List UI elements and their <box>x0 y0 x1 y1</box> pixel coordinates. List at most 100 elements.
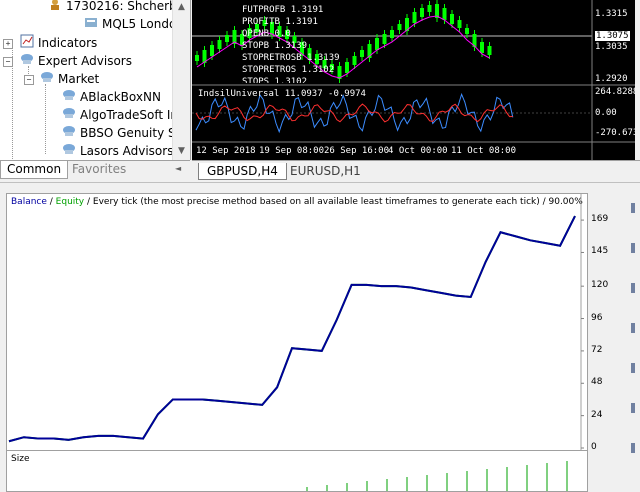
candle-body <box>427 5 432 12</box>
moving-average-line <box>196 15 490 79</box>
candle-body <box>345 62 349 73</box>
candle-body <box>195 55 199 61</box>
market-folder-icon <box>40 70 54 89</box>
candle-body <box>457 20 462 28</box>
overlay-label: PROFITB 1.3191 <box>242 17 318 27</box>
candle-body <box>397 24 402 30</box>
overlay-label: STOPRETROS 1.3102 <box>242 65 335 75</box>
overlay-label: STOPB 1.3139 <box>242 41 308 51</box>
overlay-label: STOPRETROSB 1.3139 <box>242 53 340 63</box>
candle-body <box>480 42 484 53</box>
overlay-label: OPENB 0.0 <box>242 29 291 39</box>
collapse-experts-toggle[interactable]: − <box>3 57 13 67</box>
price-axis-label: 1.3315 <box>595 9 628 19</box>
tester-report: Balance / Equity / Every tick (the most … <box>0 182 640 492</box>
price-axis-label: 1.2920 <box>595 74 628 84</box>
tab-gbpusd-h4[interactable]: GBPUSD,H4 <box>198 163 287 180</box>
y-tick-label: 120 <box>591 280 609 291</box>
expert-icon <box>62 88 76 107</box>
time-axis-label: 26 Sep 16:00 <box>324 146 390 156</box>
expand-indicators-toggle[interactable]: + <box>3 39 13 49</box>
price-chart[interactable]: FUTPROFB 1.3191 PROFITB 1.3191 OPENB 0.0… <box>192 0 635 160</box>
candle-body <box>217 40 222 49</box>
server-icon <box>84 15 98 34</box>
expert-icon <box>62 124 76 143</box>
y-tick-label: 0 <box>591 442 597 452</box>
account-icon <box>48 0 62 16</box>
nav-account-item[interactable]: 1730216: Shcherb <box>48 0 177 15</box>
chart-tabs: GBPUSD,H4 EURUSD,H1 <box>192 160 640 181</box>
balance-plot <box>8 194 584 450</box>
candle-body <box>465 28 469 34</box>
equity-line <box>8 215 576 443</box>
overlay-label: FUTPROFB 1.3191 <box>242 5 324 15</box>
nav-account-label: 1730216: Shcherb <box>66 0 177 13</box>
indicators-icon <box>20 34 34 53</box>
navigator-tabs: Common Favorites ◄ <box>0 160 190 179</box>
y-tick-label: 169 <box>591 214 609 225</box>
nav-indicators-label: Indicators <box>38 36 98 50</box>
nav-server-label: MQL5 Londo <box>102 17 177 31</box>
nav-expert-item[interactable]: Lasors Advisors <box>62 142 173 160</box>
y-tick-label: 96 <box>591 312 603 323</box>
right-toolbar-strip <box>631 203 635 453</box>
toolbar-icon <box>631 443 635 453</box>
candle-body <box>390 30 394 38</box>
scroll-up-icon[interactable]: ▲ <box>175 2 188 13</box>
nav-expert-item[interactable]: AlgoTradeSoft In <box>62 106 178 124</box>
size-panel: Size <box>6 450 588 492</box>
candle-body <box>382 34 387 44</box>
nav-expert-label: AlgoTradeSoft In <box>80 108 178 122</box>
expert-advisors-icon <box>20 52 34 71</box>
navigator-panel: 1730216: Shcherb MQL5 Londo + Indicators… <box>0 0 191 160</box>
tab-common[interactable]: Common <box>0 161 69 179</box>
y-tick-label: 72 <box>591 344 603 355</box>
time-axis-label: 4 Oct 00:00 <box>388 146 448 156</box>
navigator-scrollbar[interactable]: ▲ ▼ <box>172 0 190 160</box>
nav-expert-label: ABlackBoxNN <box>80 90 161 104</box>
current-price-label: 1.3075 <box>595 31 630 41</box>
time-axis-label: 19 Sep 08:00 <box>259 146 325 156</box>
indicator-axis-label: 0.00 <box>595 108 617 118</box>
candle-body <box>360 50 364 57</box>
balance-line <box>8 215 576 443</box>
scroll-left-icon[interactable]: ◄ <box>175 164 181 173</box>
nav-market-item[interactable]: Market <box>40 70 99 88</box>
nav-server-item[interactable]: MQL5 Londo <box>84 15 176 33</box>
toolbar-icon <box>631 243 635 253</box>
tree-guide <box>45 84 46 154</box>
indicator-label: IndsilUniversal 11.0937 -0.9974 <box>198 89 366 99</box>
time-axis-label: 12 Sep 2018 <box>196 146 256 156</box>
collapse-market-toggle[interactable]: − <box>24 75 34 85</box>
indicator-axis-label: -270.6731 <box>595 128 635 138</box>
candle-body <box>375 38 379 50</box>
candle-body <box>210 45 214 56</box>
nav-indicators-item[interactable]: Indicators <box>20 34 97 52</box>
nav-expert-item[interactable]: BBSO Genuity Sc <box>62 124 182 142</box>
size-bars <box>306 461 568 491</box>
y-tick-label: 48 <box>591 377 603 388</box>
candle-body <box>352 56 357 65</box>
tab-favorites[interactable]: Favorites <box>66 161 132 178</box>
y-tick-label: 24 <box>591 409 603 420</box>
candle-body <box>225 35 229 42</box>
y-tick-label: 145 <box>591 246 609 257</box>
nav-experts-item[interactable]: Expert Advisors <box>20 52 132 70</box>
balance-graph: Balance / Equity / Every tick (the most … <box>6 193 608 452</box>
toolbar-icon <box>631 363 635 373</box>
tab-eurusd-h1[interactable]: EURUSD,H1 <box>282 163 369 179</box>
toolbar-icon <box>631 323 635 333</box>
candle-body <box>442 8 447 20</box>
overlay-label: STOPS 1.3102 <box>242 77 308 83</box>
expert-icon <box>62 106 76 125</box>
nav-expert-label: BBSO Genuity Sc <box>80 126 183 140</box>
nav-experts-label: Expert Advisors <box>38 54 132 68</box>
time-axis-label: 11 Oct 08:00 <box>451 146 517 156</box>
scroll-down-icon[interactable]: ▼ <box>175 146 188 157</box>
candle-body <box>420 8 424 17</box>
toolbar-icon <box>631 403 635 413</box>
candle-body <box>487 46 492 55</box>
nav-market-label: Market <box>58 72 100 86</box>
toolbar-icon <box>631 203 635 213</box>
nav-expert-item[interactable]: ABlackBoxNN <box>62 88 161 106</box>
